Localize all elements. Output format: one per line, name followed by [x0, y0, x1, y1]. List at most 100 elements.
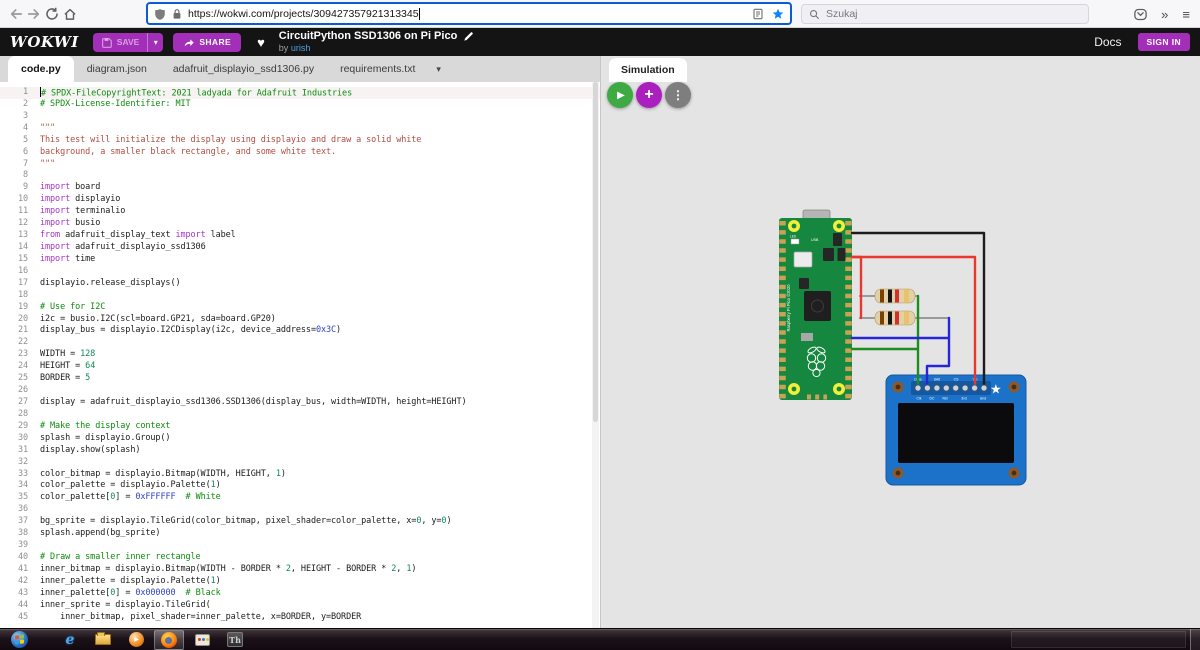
code-line[interactable]: 5 This test will initialize the display u…: [0, 135, 600, 147]
code-line[interactable]: 10 import displayio: [0, 194, 600, 206]
wires[interactable]: [850, 231, 986, 386]
save-dropdown-button[interactable]: ▾: [147, 32, 164, 52]
signin-button[interactable]: SIGN IN: [1137, 33, 1190, 51]
pico-bootsel-button[interactable]: [793, 251, 813, 268]
tabs-more-icon[interactable]: ▾: [428, 56, 449, 82]
taskbar-item-firefox[interactable]: [154, 629, 184, 650]
diagram-canvas[interactable]: LED USB Raspberry Pi Pico ©2020 Data SA0…: [601, 56, 1200, 628]
code-line[interactable]: 29 # Make the display context: [0, 421, 600, 433]
code-line[interactable]: 33 color_bitmap = displayio.Bitmap(WIDTH,…: [0, 469, 600, 481]
bookmark-star-icon[interactable]: [772, 8, 784, 20]
code-line[interactable]: 40 # Draw a smaller inner rectangle: [0, 552, 600, 564]
code-line[interactable]: 32: [0, 457, 600, 469]
taskbar-item-paint[interactable]: [187, 630, 217, 650]
code-line[interactable]: 2 # SPDX-License-Identifier: MIT: [0, 99, 600, 111]
app-menu-icon[interactable]: ≡: [1182, 8, 1190, 21]
oled-board[interactable]: Data SA0 CS Vin Clk DC Rst 3v3 Gnd ★: [885, 374, 1027, 486]
oled-screen: [898, 403, 1014, 463]
code-line[interactable]: 37 bg_sprite = displayio.TileGrid(color_b…: [0, 516, 600, 528]
code-line[interactable]: 4 """: [0, 123, 600, 135]
main-area: code.py diagram.json adafruit_displayio_…: [0, 56, 1200, 628]
edit-pencil-icon[interactable]: [463, 31, 474, 42]
pico-board[interactable]: LED USB Raspberry Pi Pico ©2020: [779, 209, 852, 400]
url-text[interactable]: https://wokwi.com/projects/3094273579213…: [188, 8, 419, 20]
search-bar[interactable]: Szukaj: [801, 4, 1089, 24]
code-line[interactable]: 42 inner_palette = displayio.Palette(1): [0, 576, 600, 588]
oled-pin-label-gnd: Gnd: [980, 397, 987, 401]
code-line[interactable]: 15 import time: [0, 254, 600, 266]
code-line[interactable]: 44 inner_sprite = displayio.TileGrid(: [0, 600, 600, 612]
line-number: 13: [17, 230, 28, 241]
code-line[interactable]: 12 import busio: [0, 218, 600, 230]
code-line[interactable]: 19 # Use for I2C: [0, 302, 600, 314]
code-line[interactable]: 30 splash = displayio.Group(): [0, 433, 600, 445]
code-line[interactable]: 41 inner_bitmap = displayio.Bitmap(WIDTH …: [0, 564, 600, 576]
docs-link[interactable]: Docs: [1094, 35, 1121, 49]
tab-code-py[interactable]: code.py: [8, 56, 74, 82]
file-tab-bar: code.py diagram.json adafruit_displayio_…: [0, 56, 600, 82]
code-line[interactable]: 36: [0, 504, 600, 516]
code-line[interactable]: 3: [0, 111, 600, 123]
code-line[interactable]: 20 i2c = busio.I2C(scl=board.GP21, sda=bo…: [0, 314, 600, 326]
taskbar-item-internet-explorer[interactable]: e: [55, 630, 85, 650]
code-line[interactable]: 43 inner_palette[0] = 0x000000 # Black: [0, 588, 600, 600]
resistor-2[interactable]: [874, 310, 916, 326]
code-line[interactable]: 13 from adafruit_display_text import labe…: [0, 230, 600, 242]
taskbar-item-media-player[interactable]: ▶: [121, 630, 151, 650]
tab-adafruit-displayio-ssd1306-py[interactable]: adafruit_displayio_ssd1306.py: [160, 56, 327, 82]
reader-view-icon[interactable]: [752, 8, 764, 20]
shield-icon[interactable]: [154, 8, 166, 20]
author-link[interactable]: urish: [291, 43, 311, 53]
code-line[interactable]: 24 HEIGHT = 64: [0, 361, 600, 373]
save-button[interactable]: SAVE: [92, 32, 148, 52]
back-icon[interactable]: [9, 7, 23, 21]
code-line[interactable]: 39: [0, 540, 600, 552]
code-line[interactable]: 9 import board: [0, 182, 600, 194]
code-line[interactable]: 38 splash.append(bg_sprite): [0, 528, 600, 540]
code-line[interactable]: 22: [0, 337, 600, 349]
wokwi-logo[interactable]: WOKWI: [10, 33, 79, 51]
code-line[interactable]: 1 # SPDX-FileCopyrightText: 2021 ladyada …: [0, 87, 600, 99]
code-line[interactable]: 31 display.show(splash): [0, 445, 600, 457]
wire-clk-blue[interactable]: [850, 316, 951, 386]
code-line[interactable]: 45 inner_bitmap, pixel_shader=inner_pale…: [0, 612, 600, 624]
editor-scrollbar[interactable]: [592, 82, 599, 628]
url-bar[interactable]: https://wokwi.com/projects/3094273579213…: [146, 2, 792, 25]
toolbar-overflow-icon[interactable]: »: [1161, 8, 1168, 21]
code-line[interactable]: 14 import adafruit_displayio_ssd1306: [0, 242, 600, 254]
taskbar-item-windows-explorer[interactable]: [88, 630, 118, 650]
resistor-1[interactable]: [874, 288, 916, 304]
code-line[interactable]: 17 displayio.release_displays(): [0, 278, 600, 290]
code-line[interactable]: 23 WIDTH = 128: [0, 349, 600, 361]
share-button[interactable]: SHARE: [173, 32, 242, 52]
lock-icon[interactable]: [171, 8, 183, 20]
pocket-icon[interactable]: [1134, 8, 1147, 21]
home-icon[interactable]: [63, 7, 77, 21]
oled-pin-label-clk: Clk: [917, 397, 922, 401]
start-button[interactable]: [4, 630, 34, 650]
code-line[interactable]: 21 display_bus = displayio.I2CDisplay(i2c…: [0, 325, 600, 337]
like-heart-icon[interactable]: ♥: [257, 35, 265, 50]
code-line[interactable]: 16: [0, 266, 600, 278]
wire-red-branch[interactable]: [850, 255, 863, 320]
code-editor[interactable]: 1 # SPDX-FileCopyrightText: 2021 ladyada …: [0, 82, 600, 628]
system-tray[interactable]: [1011, 631, 1186, 648]
show-desktop-button[interactable]: [1190, 629, 1200, 650]
code-line[interactable]: 7 """: [0, 159, 600, 171]
editor-scrollbar-thumb[interactable]: [593, 82, 598, 422]
code-line[interactable]: 25 BORDER = 5: [0, 373, 600, 385]
code-line[interactable]: 18: [0, 290, 600, 302]
code-line[interactable]: 11 import terminalio: [0, 206, 600, 218]
code-line[interactable]: 35 color_palette[0] = 0xFFFFFF # White: [0, 492, 600, 504]
code-line[interactable]: 6 background, a smaller black rectangle, …: [0, 147, 600, 159]
reload-icon[interactable]: [45, 7, 59, 21]
code-line[interactable]: 34 color_palette = displayio.Palette(1): [0, 480, 600, 492]
tab-diagram-json[interactable]: diagram.json: [74, 56, 160, 82]
taskbar-item-th-app[interactable]: Th: [220, 630, 250, 650]
code-line[interactable]: 8: [0, 170, 600, 182]
tab-requirements-txt[interactable]: requirements.txt: [327, 56, 428, 82]
code-line[interactable]: 27 display = adafruit_displayio_ssd1306.S…: [0, 397, 600, 409]
forward-icon[interactable]: [27, 7, 41, 21]
code-line[interactable]: 28: [0, 409, 600, 421]
code-line[interactable]: 26: [0, 385, 600, 397]
